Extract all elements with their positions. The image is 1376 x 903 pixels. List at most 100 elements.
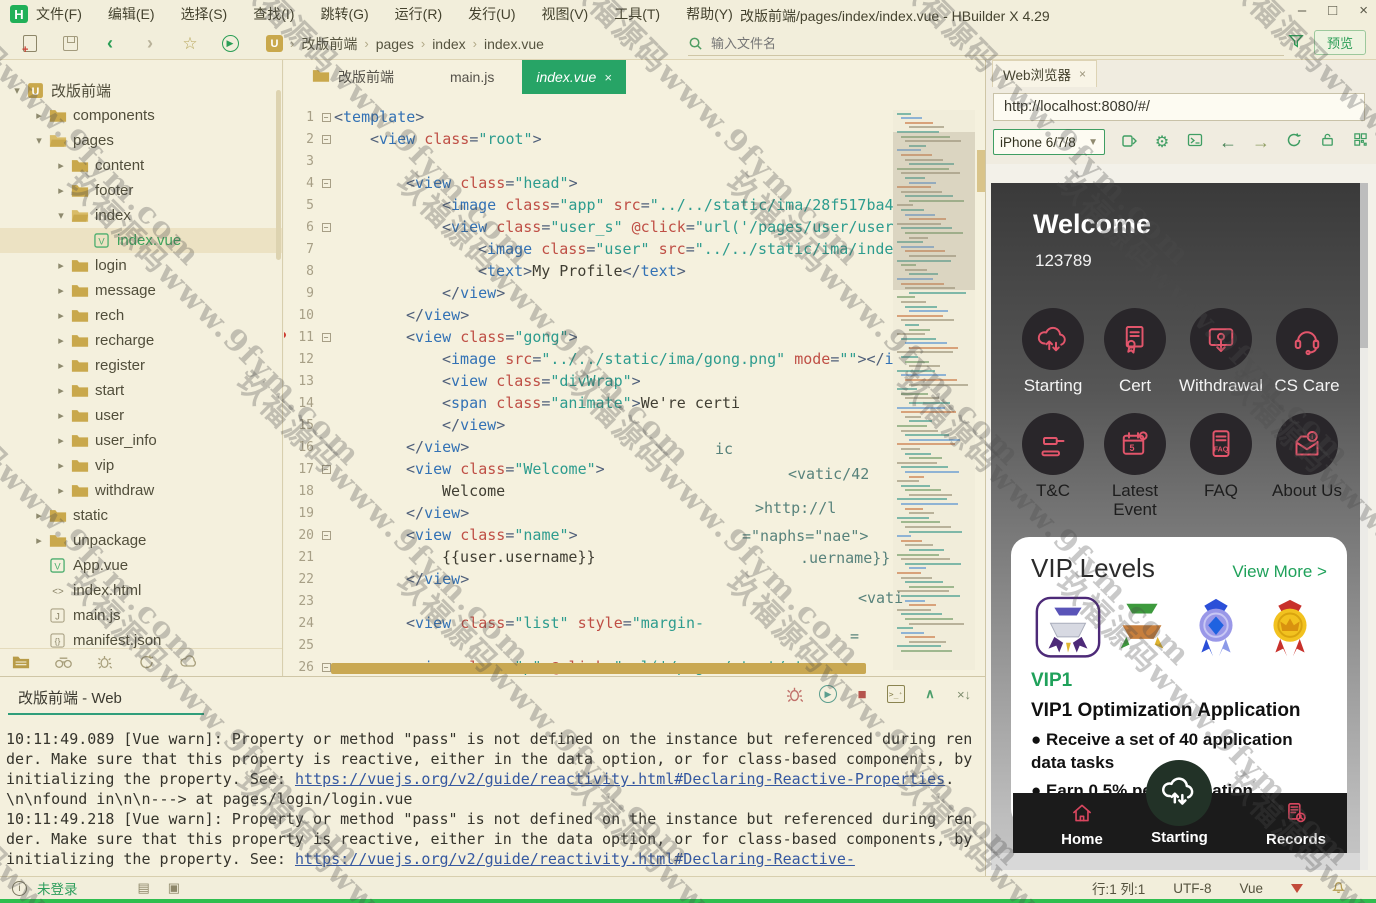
tree-expand-arrow[interactable]: ▸ (54, 384, 68, 397)
tree-expand-arrow[interactable]: ▸ (54, 434, 68, 447)
line-number[interactable]: 23 (284, 594, 318, 609)
fold-icon[interactable]: − (322, 113, 331, 122)
new-file-button[interactable]: + (20, 34, 40, 54)
tree-item-user-info[interactable]: ▸user_info (0, 428, 282, 453)
tree-item-content[interactable]: ▸content (0, 153, 282, 178)
line-number[interactable]: 17 (284, 462, 318, 477)
refresh-icon[interactable] (1285, 132, 1303, 153)
tree-expand-arrow[interactable]: ▸ (32, 109, 46, 122)
line-number[interactable]: 26 (284, 660, 318, 675)
fold-gutter[interactable]: − (318, 113, 334, 122)
back-button[interactable]: ‹ (100, 34, 120, 54)
fold-icon[interactable]: − (322, 663, 331, 672)
browser-back-icon[interactable]: ← (1219, 132, 1237, 153)
tree-expand-arrow[interactable]: ▾ (54, 209, 68, 222)
grid-item-t-c[interactable]: T&C (1010, 413, 1096, 500)
minimize-icon[interactable]: – (1298, 2, 1306, 19)
console-tab[interactable]: 改版前端 - Web (18, 687, 122, 708)
grid-item-cert[interactable]: Cert (1092, 308, 1178, 395)
fold-icon[interactable]: − (322, 531, 331, 540)
menu-item[interactable]: 查找(I) (253, 4, 294, 24)
tree-expand-arrow[interactable]: ▸ (54, 334, 68, 347)
line-number[interactable]: 13 (284, 374, 318, 389)
browser-tab-close-icon[interactable]: × (1079, 67, 1086, 81)
editor-tab-index-vue[interactable]: index.vue× (522, 60, 626, 94)
vip-badge-3[interactable] (1179, 596, 1253, 660)
minimap-viewport[interactable] (893, 132, 975, 290)
fold-icon[interactable]: − (322, 223, 331, 232)
line-number[interactable]: 9 (284, 286, 318, 301)
grid-item-starting[interactable]: Starting (1010, 308, 1096, 395)
tree-item-components[interactable]: ▸components (0, 103, 282, 128)
menu-item[interactable]: 视图(V) (542, 4, 589, 24)
fold-icon[interactable]: − (322, 179, 331, 188)
fold-icon[interactable]: − (322, 135, 331, 144)
tree-item-index[interactable]: ▾index (0, 203, 282, 228)
menu-item[interactable]: 工具(T) (614, 4, 660, 24)
tree-expand-arrow[interactable]: ▸ (54, 484, 68, 497)
tree-item-----[interactable]: ▾U改版前端 (0, 78, 282, 103)
tree-expand-arrow[interactable]: ▸ (32, 534, 46, 547)
line-number[interactable]: 14 (284, 396, 318, 411)
vip-badge-2[interactable] (1105, 596, 1179, 660)
line-number[interactable]: 2 (284, 132, 318, 147)
search-input[interactable] (709, 35, 909, 52)
maximize-icon[interactable]: □ (1328, 2, 1337, 19)
console-output[interactable]: 10:11:49.089 [Vue warn]: Property or met… (6, 729, 981, 876)
minimap[interactable] (893, 110, 975, 670)
debug-icon[interactable] (96, 654, 114, 672)
nav-starting-button[interactable] (1146, 760, 1212, 826)
tree-item-login[interactable]: ▸login (0, 253, 282, 278)
tab-close-icon[interactable]: × (604, 70, 612, 85)
line-number[interactable]: 19 (284, 506, 318, 521)
cloud-extensions-icon[interactable] (180, 654, 198, 672)
browser-forward-icon[interactable]: → (1252, 132, 1270, 153)
view-more-link[interactable]: View More > (1232, 562, 1327, 582)
line-number[interactable]: 5 (284, 198, 318, 213)
preview-button[interactable]: 预览 (1314, 30, 1366, 55)
tree-item-pages[interactable]: ▾pages (0, 128, 282, 153)
breadcrumb-item[interactable]: 改版前端 (301, 34, 357, 54)
console-toggle-icon[interactable]: ▤ (138, 880, 150, 896)
rotate-device-icon[interactable] (1120, 132, 1138, 153)
terminal-icon[interactable] (1186, 132, 1204, 153)
line-number[interactable]: 21 (284, 550, 318, 565)
breadcrumb-item[interactable]: pages (376, 36, 414, 52)
grid-item-withdrawal[interactable]: Withdrawal (1178, 308, 1264, 395)
run-button[interactable]: ▶ (220, 34, 240, 54)
line-number[interactable]: 4 (284, 176, 318, 191)
tree-expand-arrow[interactable]: ▸ (54, 409, 68, 422)
menu-item[interactable]: 编辑(E) (108, 4, 155, 24)
filter-funnel-icon[interactable] (1288, 33, 1304, 54)
save-button[interactable] (60, 34, 80, 54)
tree-expand-arrow[interactable]: ▸ (54, 284, 68, 297)
tree-item-withdraw[interactable]: ▸withdraw (0, 478, 282, 503)
menu-item[interactable]: 文件(F) (36, 4, 82, 24)
browser-tab[interactable]: Web浏览器 × (992, 60, 1097, 87)
line-number[interactable]: 16 (284, 440, 318, 455)
tree-item-rech[interactable]: ▸rech (0, 303, 282, 328)
tree-expand-arrow[interactable]: ▸ (54, 459, 68, 472)
fold-gutter[interactable]: − (318, 531, 334, 540)
tree-item-footer[interactable]: ▸footer (0, 178, 282, 203)
search-binoculars-icon[interactable] (54, 654, 72, 672)
terminal-toggle-icon[interactable]: ▣ (168, 880, 180, 896)
tree-expand-arrow[interactable]: ▸ (54, 359, 68, 372)
console-link[interactable]: https://vuejs.org/v2/guide/reactivity.ht… (295, 850, 855, 868)
line-number[interactable]: 3 (284, 154, 318, 169)
user-info-icon[interactable]: i (12, 881, 27, 896)
fold-gutter[interactable]: − (318, 333, 334, 342)
fold-icon[interactable]: − (322, 333, 331, 342)
line-number[interactable]: 1 (284, 110, 318, 125)
fold-icon[interactable]: − (322, 465, 331, 474)
line-number[interactable]: 25 (284, 638, 318, 653)
login-status[interactable]: 未登录 (37, 878, 78, 898)
language-mode[interactable]: Vue (1239, 881, 1263, 896)
line-number[interactable]: 8 (284, 264, 318, 279)
phone-scrollbar[interactable] (1360, 183, 1368, 870)
tree-expand-arrow[interactable]: ▸ (54, 159, 68, 172)
favorite-star-button[interactable]: ☆ (180, 34, 200, 54)
menu-item[interactable]: 跳转(G) (320, 4, 368, 24)
debug-bug-icon[interactable] (785, 685, 803, 703)
tree-item-main-js[interactable]: Jmain.js (0, 603, 282, 628)
